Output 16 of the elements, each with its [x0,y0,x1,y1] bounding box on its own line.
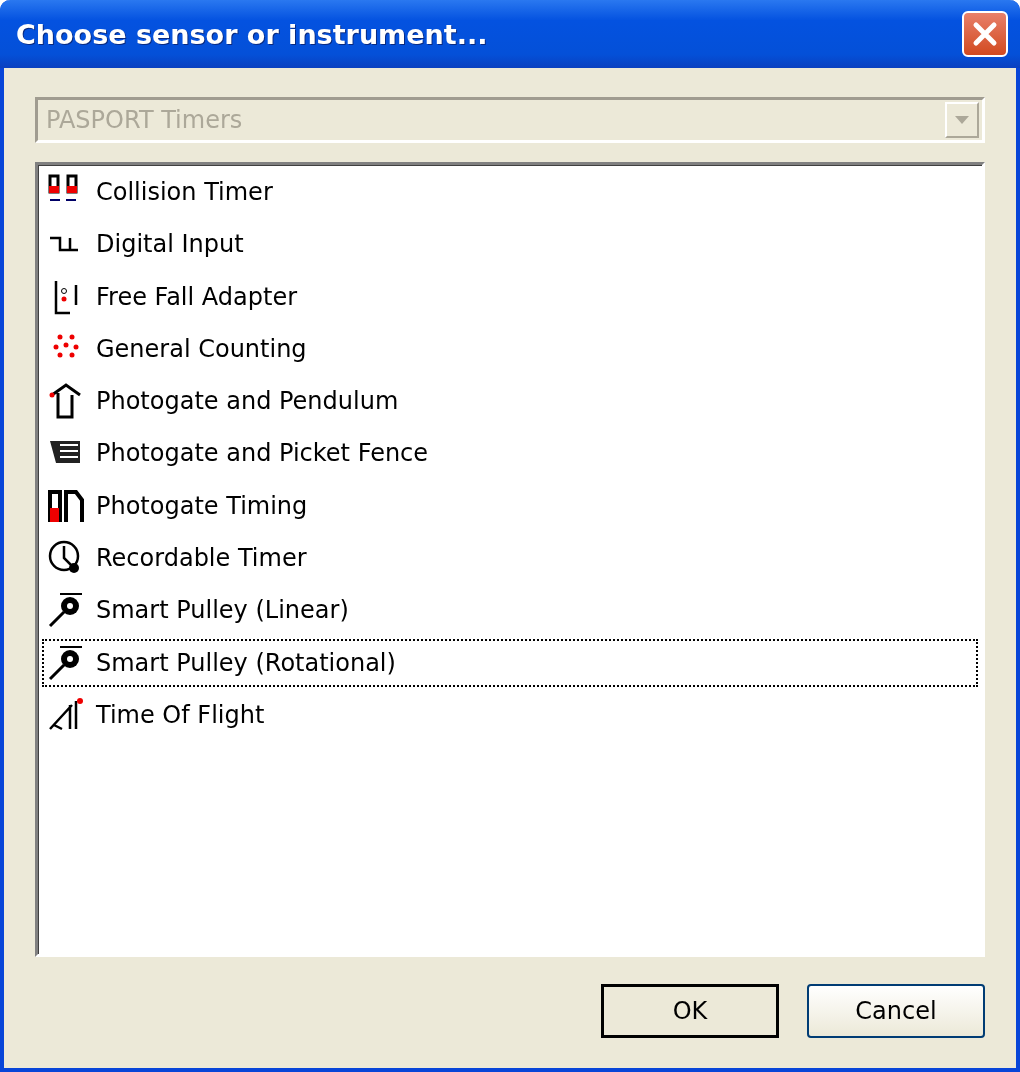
list-item[interactable]: Photogate and Pendulum [42,377,978,426]
ok-button[interactable]: OK [601,984,779,1038]
list-item[interactable]: Digital Input [42,220,978,269]
list-item[interactable]: Smart Pulley (Linear) [42,586,978,635]
list-item[interactable]: General Counting [42,324,978,373]
list-item[interactable]: Time Of Flight [42,690,978,739]
list-item[interactable]: Free Fall Adapter [42,272,978,321]
list-item[interactable]: Recordable Timer [42,534,978,583]
list-item[interactable]: Photogate Timing [42,481,978,530]
window-title: Choose sensor or instrument... [16,18,488,50]
close-button[interactable] [962,11,1008,57]
list-item[interactable]: Smart Pulley (Rotational) [42,638,978,687]
list-item[interactable]: Collision Timer [42,168,978,216]
cancel-button[interactable]: Cancel [807,984,985,1038]
caret-icon [955,116,969,124]
list-item[interactable]: Photogate and Picket Fence [42,429,978,478]
